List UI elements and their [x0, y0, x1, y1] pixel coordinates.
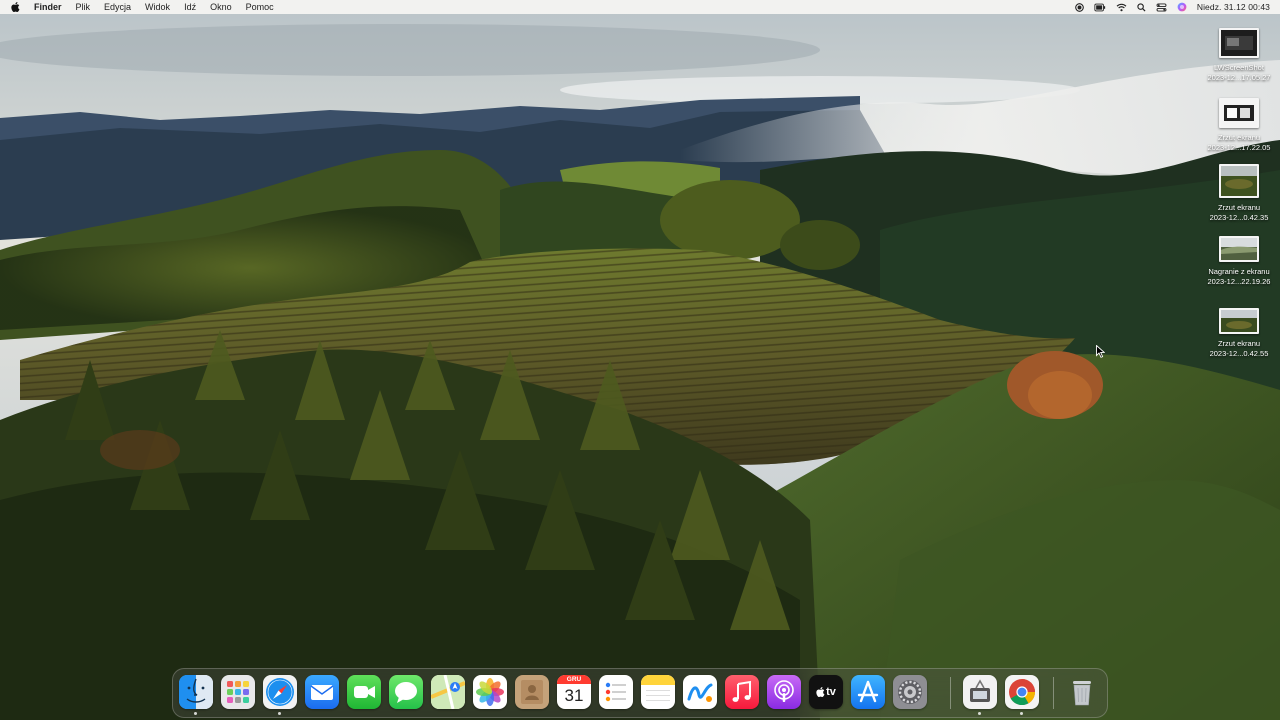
contacts-icon — [521, 680, 543, 704]
desktop-file-screenshot-1[interactable]: Zrzut ekranu 2023-12...17.22.05 — [1194, 98, 1280, 153]
dock-podcasts[interactable] — [767, 675, 801, 709]
dock: GRU 31 tv — [172, 668, 1108, 718]
podcasts-icon — [774, 680, 794, 702]
dock-calendar[interactable]: GRU 31 — [557, 675, 591, 709]
dock-mail[interactable] — [305, 675, 339, 709]
menu-window[interactable]: Okno — [203, 0, 239, 14]
mail-icon — [310, 685, 334, 700]
chrome-icon — [1009, 679, 1036, 706]
running-indicator — [1020, 712, 1023, 715]
dock-safari[interactable] — [263, 675, 297, 709]
dock-photos[interactable] — [473, 675, 507, 709]
facetime-icon — [354, 686, 375, 698]
maps-icon — [431, 675, 465, 709]
menu-view[interactable]: Widok — [138, 0, 177, 14]
dock-separator — [950, 677, 951, 709]
file-name: Zrzut ekranu — [1217, 339, 1261, 348]
finder-icon — [179, 675, 213, 709]
dock-trash[interactable] — [1065, 675, 1099, 709]
file-name: Zrzut ekranu — [1217, 203, 1261, 212]
dock-finder[interactable] — [179, 675, 213, 709]
dock-app-store[interactable] — [851, 675, 885, 709]
menu-file[interactable]: Plik — [69, 0, 98, 14]
running-indicator — [978, 712, 981, 715]
freeform-icon — [687, 683, 713, 702]
running-indicator — [194, 712, 197, 715]
file-name: Nagranie z ekranu — [1208, 267, 1270, 276]
file-name: LWScreenShot — [1214, 63, 1264, 72]
desktop-file-lwscreenshot[interactable]: LWScreenShot 2023-12...17.05.27 — [1194, 28, 1280, 83]
file-name: Zrzut ekranu — [1217, 133, 1261, 142]
menu-go[interactable]: Idź — [177, 0, 203, 14]
file-date: 2023-12...0.42.55 — [1209, 349, 1269, 358]
menu-bar: Finder Plik Edycja Widok Idź Okno Pomoc … — [0, 0, 1280, 14]
menu-clock[interactable]: Niedz. 31.12 00:43 — [1197, 2, 1270, 12]
dock-notes[interactable] — [641, 675, 675, 709]
siri-icon[interactable] — [1177, 2, 1187, 12]
dock-tv[interactable]: tv — [809, 675, 843, 709]
photos-icon — [476, 678, 504, 706]
dock-screenshot-tool[interactable] — [963, 675, 997, 709]
desktop-file-screenshot-2[interactable]: Zrzut ekranu 2023-12...0.42.35 — [1194, 164, 1280, 223]
file-date: 2023-12...17.05.27 — [1207, 73, 1271, 82]
menu-app-name[interactable]: Finder — [30, 2, 69, 12]
dock-facetime[interactable] — [347, 675, 381, 709]
reminders-icon — [605, 682, 626, 702]
tv-icon — [816, 687, 825, 697]
wifi-icon[interactable] — [1116, 3, 1127, 12]
dock-launchpad[interactable] — [221, 675, 255, 709]
settings-icon — [898, 680, 922, 704]
running-indicator — [278, 712, 281, 715]
file-thumbnail — [1219, 98, 1259, 128]
dock-music[interactable] — [725, 675, 759, 709]
desktop-file-screenshot-3[interactable]: Zrzut ekranu 2023-12...0.42.55 — [1194, 308, 1280, 359]
app-store-icon — [857, 680, 879, 703]
calendar-day: 31 — [564, 686, 584, 705]
file-date: 2023-12...22.19.26 — [1207, 277, 1271, 286]
dock-contacts[interactable] — [515, 675, 549, 709]
dock-maps[interactable] — [431, 675, 465, 709]
trash-icon — [1073, 681, 1091, 706]
menu-edit[interactable]: Edycja — [97, 0, 138, 14]
apple-menu-icon[interactable] — [0, 2, 30, 12]
file-date: 2023-12...0.42.35 — [1209, 213, 1269, 222]
music-icon — [732, 680, 751, 702]
dock-reminders[interactable] — [599, 675, 633, 709]
control-center-icon[interactable] — [1156, 2, 1167, 12]
record-icon[interactable] — [1075, 2, 1084, 12]
dock-system-settings[interactable] — [893, 675, 927, 709]
desktop-file-screen-recording[interactable]: Nagranie z ekranu 2023-12...22.19.26 — [1194, 236, 1280, 287]
dock-chrome[interactable] — [1005, 675, 1039, 709]
menu-help[interactable]: Pomoc — [239, 0, 281, 14]
calendar-month: GRU — [557, 675, 591, 684]
tv-label: tv — [826, 686, 836, 698]
dock-freeform[interactable] — [683, 675, 717, 709]
desktop-wallpaper — [0, 0, 1280, 720]
dock-separator — [1053, 677, 1054, 709]
file-date: 2023-12...17.22.05 — [1207, 143, 1271, 152]
file-thumbnail — [1219, 308, 1259, 334]
file-thumbnail — [1219, 236, 1259, 262]
launchpad-icon — [227, 681, 249, 703]
search-icon[interactable] — [1137, 2, 1146, 12]
safari-icon — [266, 678, 294, 706]
mouse-cursor-icon — [1096, 345, 1105, 358]
dock-messages[interactable] — [389, 675, 423, 709]
file-thumbnail — [1219, 164, 1259, 198]
screenshot-tool-icon — [970, 679, 990, 702]
battery-icon[interactable] — [1094, 3, 1106, 12]
messages-icon — [395, 682, 417, 703]
file-thumbnail — [1219, 28, 1259, 58]
notes-icon — [641, 675, 675, 701]
